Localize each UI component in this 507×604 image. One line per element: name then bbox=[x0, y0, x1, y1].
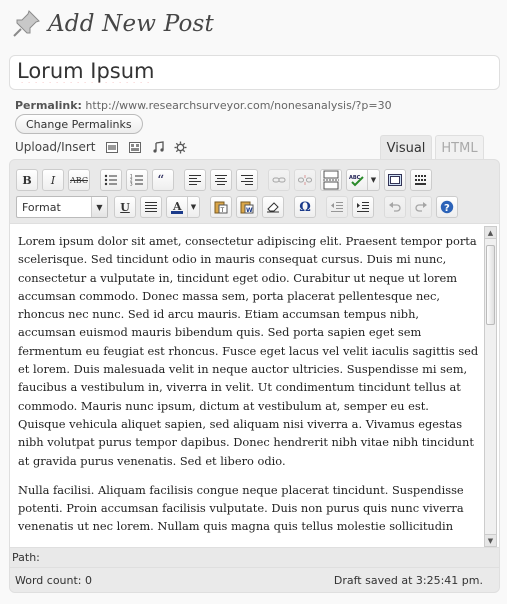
permalink-label: Permalink: bbox=[15, 99, 82, 112]
strikethrough-button[interactable]: ABC bbox=[68, 169, 90, 191]
media-icon[interactable] bbox=[174, 140, 188, 154]
outdent-icon bbox=[331, 202, 343, 212]
align-left-icon bbox=[189, 175, 201, 185]
editor-content-area[interactable]: Lorem ipsum dolor sit amet, consectetur … bbox=[10, 223, 499, 548]
justify-button[interactable] bbox=[140, 196, 162, 218]
vertical-scrollbar[interactable]: ▲ ▼ bbox=[484, 226, 497, 547]
text-color-split-button[interactable]: A ▼ bbox=[166, 196, 200, 218]
indent-button[interactable] bbox=[352, 196, 374, 218]
upload-insert-bar: Upload/Insert bbox=[15, 139, 188, 155]
scroll-up-icon[interactable]: ▲ bbox=[485, 227, 496, 239]
word-count: Word count: 0 bbox=[15, 574, 93, 587]
fullscreen-icon bbox=[388, 174, 402, 186]
bullet-list-icon bbox=[104, 174, 117, 186]
omega-glyph: Ω bbox=[299, 199, 311, 215]
remove-format-button[interactable] bbox=[262, 196, 284, 218]
element-path: Path: bbox=[12, 551, 40, 564]
format-select-value: Format bbox=[22, 200, 61, 214]
kitchen-sink-icon bbox=[415, 175, 426, 185]
post-title-field[interactable] bbox=[9, 55, 500, 90]
text-color-icon: A bbox=[171, 200, 183, 214]
text-color-button[interactable]: A bbox=[166, 196, 188, 218]
align-right-icon bbox=[241, 175, 253, 185]
svg-text:?: ? bbox=[444, 203, 450, 214]
italic-glyph: I bbox=[50, 173, 56, 187]
align-right-button[interactable] bbox=[236, 169, 258, 191]
scrollbar-thumb[interactable] bbox=[486, 245, 495, 325]
blockquote-icon: “ bbox=[157, 174, 164, 186]
outdent-button[interactable] bbox=[326, 196, 348, 218]
unlink-icon bbox=[298, 175, 312, 185]
eraser-icon bbox=[267, 202, 279, 213]
bold-button[interactable]: B bbox=[16, 169, 38, 191]
bullet-list-button[interactable] bbox=[100, 169, 122, 191]
undo-button[interactable] bbox=[384, 196, 406, 218]
chevron-down-icon[interactable]: ▼ bbox=[188, 196, 200, 218]
numbered-list-icon: 123 bbox=[130, 174, 143, 187]
fullscreen-button[interactable] bbox=[384, 169, 406, 191]
help-icon: ? bbox=[440, 200, 454, 214]
paste-text-button[interactable]: T bbox=[210, 196, 232, 218]
spellcheck-button[interactable]: ABC bbox=[346, 169, 368, 191]
align-center-button[interactable] bbox=[210, 169, 232, 191]
toolbar-row-1: B I ABC 123 “ ABC ▼ bbox=[16, 168, 436, 192]
tab-html[interactable]: HTML bbox=[435, 135, 484, 160]
pushpin-icon bbox=[13, 10, 40, 37]
draft-saved-status: Draft saved at 3:25:41 pm. bbox=[333, 574, 483, 587]
link-icon bbox=[272, 177, 286, 183]
redo-icon bbox=[415, 202, 427, 212]
spellcheck-icon: ABC bbox=[349, 175, 364, 187]
align-justify-icon bbox=[145, 202, 157, 212]
italic-button[interactable]: I bbox=[42, 169, 64, 191]
editor-status-bar: Word count: 0 Draft saved at 3:25:41 pm. bbox=[10, 567, 499, 592]
post-body[interactable]: Lorem ipsum dolor sit amet, consectetur … bbox=[18, 232, 480, 547]
permalink-url[interactable]: http://www.researchsurveyor.com/nonesana… bbox=[85, 99, 391, 112]
image-icon[interactable] bbox=[105, 140, 119, 154]
spellcheck-split-button[interactable]: ABC ▼ bbox=[346, 169, 380, 191]
special-character-button[interactable]: Ω bbox=[294, 196, 316, 218]
toolbar-row-2: Format ▼ U A ▼ T W Ω ? bbox=[16, 195, 462, 219]
kitchen-sink-button[interactable] bbox=[410, 169, 432, 191]
format-select[interactable]: Format ▼ bbox=[16, 196, 108, 218]
body-paragraph: Lorem ipsum dolor sit amet, consectetur … bbox=[18, 234, 479, 468]
redo-button[interactable] bbox=[410, 196, 432, 218]
permalink-row: Permalink: http://www.researchsurveyor.c… bbox=[15, 99, 392, 112]
chevron-down-icon[interactable]: ▼ bbox=[368, 169, 380, 191]
indent-icon bbox=[357, 202, 369, 212]
numbered-list-button[interactable]: 123 bbox=[126, 169, 148, 191]
more-tag-icon bbox=[323, 170, 339, 190]
chevron-down-icon: ▼ bbox=[91, 197, 107, 217]
bold-glyph: B bbox=[22, 173, 32, 187]
post-editor: B I ABC 123 “ ABC ▼ Format ▼ U A ▼ T W Ω… bbox=[9, 159, 500, 593]
change-permalinks-button[interactable]: Change Permalinks bbox=[15, 114, 143, 134]
undo-icon bbox=[389, 202, 401, 212]
align-center-icon bbox=[215, 175, 227, 185]
body-paragraph: Nulla facilisi. Aliquam facilisis congue… bbox=[18, 482, 464, 534]
underline-glyph: U bbox=[120, 200, 130, 214]
underline-button[interactable]: U bbox=[114, 196, 136, 218]
unlink-button[interactable] bbox=[294, 169, 316, 191]
svg-text:3: 3 bbox=[130, 182, 133, 187]
strike-glyph: ABC bbox=[70, 175, 88, 185]
help-button[interactable]: ? bbox=[436, 196, 458, 218]
align-left-button[interactable] bbox=[184, 169, 206, 191]
paste-word-button[interactable]: W bbox=[236, 196, 258, 218]
insert-link-button[interactable] bbox=[268, 169, 290, 191]
audio-icon[interactable] bbox=[151, 140, 165, 154]
page-title: Add New Post bbox=[48, 11, 214, 37]
page-header: Add New Post bbox=[10, 6, 214, 42]
tab-visual[interactable]: Visual bbox=[380, 135, 432, 160]
paste-text-icon: T bbox=[214, 201, 228, 214]
upload-insert-label: Upload/Insert bbox=[15, 140, 96, 154]
svg-text:“: “ bbox=[157, 174, 164, 186]
insert-more-button[interactable] bbox=[320, 169, 342, 191]
post-title-input[interactable] bbox=[17, 59, 492, 83]
scroll-down-icon[interactable]: ▼ bbox=[485, 534, 496, 546]
svg-text:T: T bbox=[220, 207, 225, 214]
svg-text:W: W bbox=[246, 207, 253, 214]
video-icon[interactable] bbox=[128, 140, 142, 154]
blockquote-button[interactable]: “ bbox=[152, 169, 174, 191]
paste-word-icon: W bbox=[240, 201, 254, 214]
